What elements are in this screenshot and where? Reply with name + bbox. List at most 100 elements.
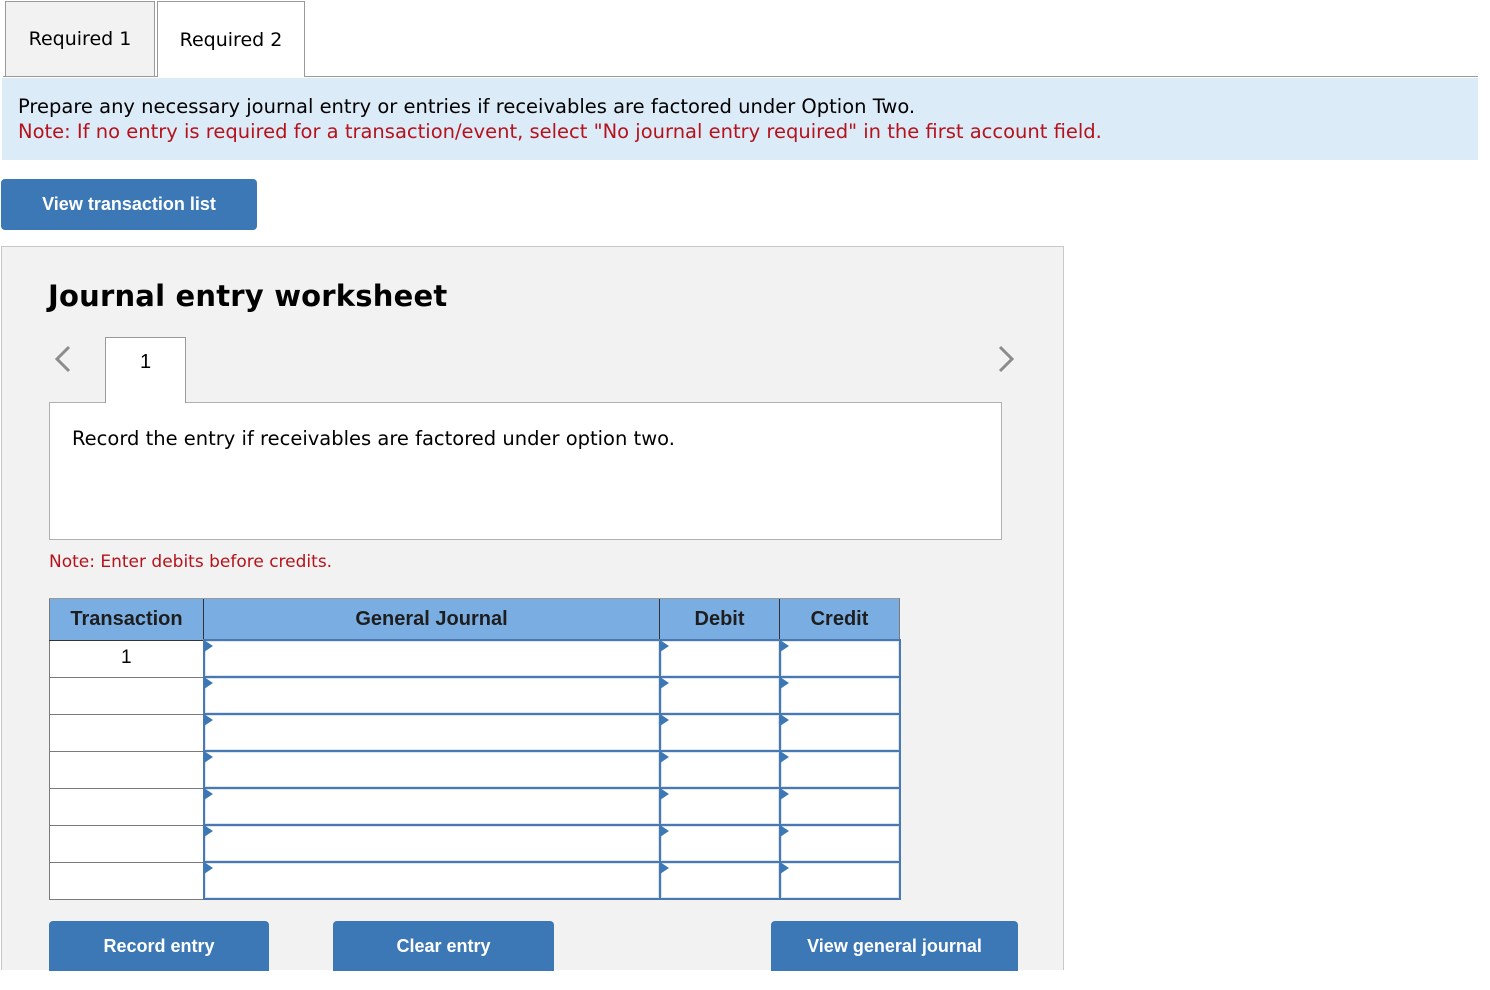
transaction-number-cell	[49, 713, 204, 752]
transaction-number-cell	[49, 824, 204, 863]
view-general-journal-button[interactable]: View general journal	[771, 921, 1018, 971]
debit-input-cell	[658, 639, 781, 678]
credit-input[interactable]	[780, 641, 899, 676]
transaction-number-cell: 1	[49, 639, 204, 678]
credit-input[interactable]	[780, 863, 899, 898]
account-select[interactable]	[204, 789, 659, 824]
tab-required-1[interactable]: Required 1	[5, 1, 155, 77]
account-select[interactable]	[204, 752, 659, 787]
credit-input[interactable]	[780, 715, 899, 750]
account-select-cell	[202, 787, 661, 826]
worksheet-title: Journal entry worksheet	[48, 279, 448, 313]
account-select-cell	[202, 861, 661, 900]
debit-input[interactable]	[660, 641, 779, 676]
journal-table: Transaction General Journal Debit Credit…	[49, 598, 901, 900]
debit-input[interactable]	[660, 752, 779, 787]
credit-input-cell	[778, 750, 901, 789]
step-tab-label: 1	[139, 351, 152, 373]
triangle-marker-icon	[779, 640, 789, 652]
instructions-panel: Prepare any necessary journal entry or e…	[2, 78, 1478, 160]
account-select[interactable]	[204, 641, 659, 676]
journal-row	[49, 676, 901, 715]
triangle-marker-icon	[779, 751, 789, 763]
debit-input[interactable]	[660, 715, 779, 750]
credit-input-cell	[778, 639, 901, 678]
journal-row	[49, 824, 901, 863]
debit-input[interactable]	[660, 826, 779, 861]
triangle-marker-icon	[203, 862, 213, 874]
credit-input-cell	[778, 787, 901, 826]
triangle-marker-icon	[779, 862, 789, 874]
transaction-number-cell	[49, 750, 204, 789]
triangle-marker-icon	[659, 714, 669, 726]
entry-description-text: Record the entry if receivables are fact…	[72, 427, 675, 450]
triangle-marker-icon	[659, 677, 669, 689]
debit-input[interactable]	[660, 789, 779, 824]
clear-entry-button[interactable]: Clear entry	[333, 921, 554, 971]
credit-input-cell	[778, 713, 901, 752]
triangle-marker-icon	[779, 714, 789, 726]
triangle-marker-icon	[203, 640, 213, 652]
debit-input-cell	[658, 676, 781, 715]
debit-input[interactable]	[660, 678, 779, 713]
record-entry-button[interactable]: Record entry	[49, 921, 269, 971]
instructions-text: Prepare any necessary journal entry or e…	[18, 95, 916, 118]
triangle-marker-icon	[203, 825, 213, 837]
triangle-marker-icon	[779, 788, 789, 800]
account-select-cell	[202, 713, 661, 752]
triangle-marker-icon	[203, 677, 213, 689]
header-credit: Credit	[779, 598, 900, 641]
triangle-marker-icon	[779, 677, 789, 689]
chevron-right-icon[interactable]	[995, 343, 1017, 375]
entry-description: Record the entry if receivables are fact…	[49, 402, 1002, 540]
journal-row	[49, 861, 901, 900]
transaction-number-cell	[49, 676, 204, 715]
credit-input[interactable]	[780, 752, 899, 787]
journal-row	[49, 750, 901, 789]
header-debit: Debit	[659, 598, 780, 641]
debit-input-cell	[658, 787, 781, 826]
triangle-marker-icon	[203, 751, 213, 763]
journal-row: 1	[49, 639, 901, 678]
triangle-marker-icon	[659, 640, 669, 652]
triangle-marker-icon	[779, 825, 789, 837]
triangle-marker-icon	[659, 862, 669, 874]
header-transaction: Transaction	[49, 598, 204, 641]
debit-input-cell	[658, 861, 781, 900]
requirement-tabs: Required 1 Required 2	[3, 1, 1478, 77]
credit-input-cell	[778, 676, 901, 715]
credit-input[interactable]	[780, 789, 899, 824]
journal-row	[49, 713, 901, 752]
journal-row	[49, 787, 901, 826]
chevron-left-icon[interactable]	[52, 343, 74, 375]
transaction-number-cell	[49, 787, 204, 826]
triangle-marker-icon	[659, 751, 669, 763]
triangle-marker-icon	[659, 825, 669, 837]
account-select-cell	[202, 824, 661, 863]
view-transaction-list-button[interactable]: View transaction list	[1, 179, 257, 230]
header-general-journal: General Journal	[203, 598, 660, 641]
credit-input[interactable]	[780, 678, 899, 713]
credit-input-cell	[778, 824, 901, 863]
debit-input-cell	[658, 750, 781, 789]
debits-note: Note: Enter debits before credits.	[49, 552, 333, 572]
tab-required-2[interactable]: Required 2	[157, 1, 305, 77]
triangle-marker-icon	[203, 788, 213, 800]
account-select[interactable]	[204, 715, 659, 750]
triangle-marker-icon	[659, 788, 669, 800]
account-select-cell	[202, 750, 661, 789]
step-tab-1[interactable]: 1	[105, 337, 186, 403]
debit-input[interactable]	[660, 863, 779, 898]
debit-input-cell	[658, 713, 781, 752]
account-select[interactable]	[204, 826, 659, 861]
transaction-number-cell	[49, 861, 204, 900]
account-select-cell	[202, 676, 661, 715]
journal-table-header: Transaction General Journal Debit Credit	[49, 598, 900, 641]
credit-input[interactable]	[780, 826, 899, 861]
account-select[interactable]	[204, 863, 659, 898]
account-select-cell	[202, 639, 661, 678]
journal-entry-worksheet: Journal entry worksheet 1 Record the ent…	[1, 246, 1064, 971]
triangle-marker-icon	[203, 714, 213, 726]
account-select[interactable]	[204, 678, 659, 713]
instructions-note: Note: If no entry is required for a tran…	[18, 120, 1102, 143]
